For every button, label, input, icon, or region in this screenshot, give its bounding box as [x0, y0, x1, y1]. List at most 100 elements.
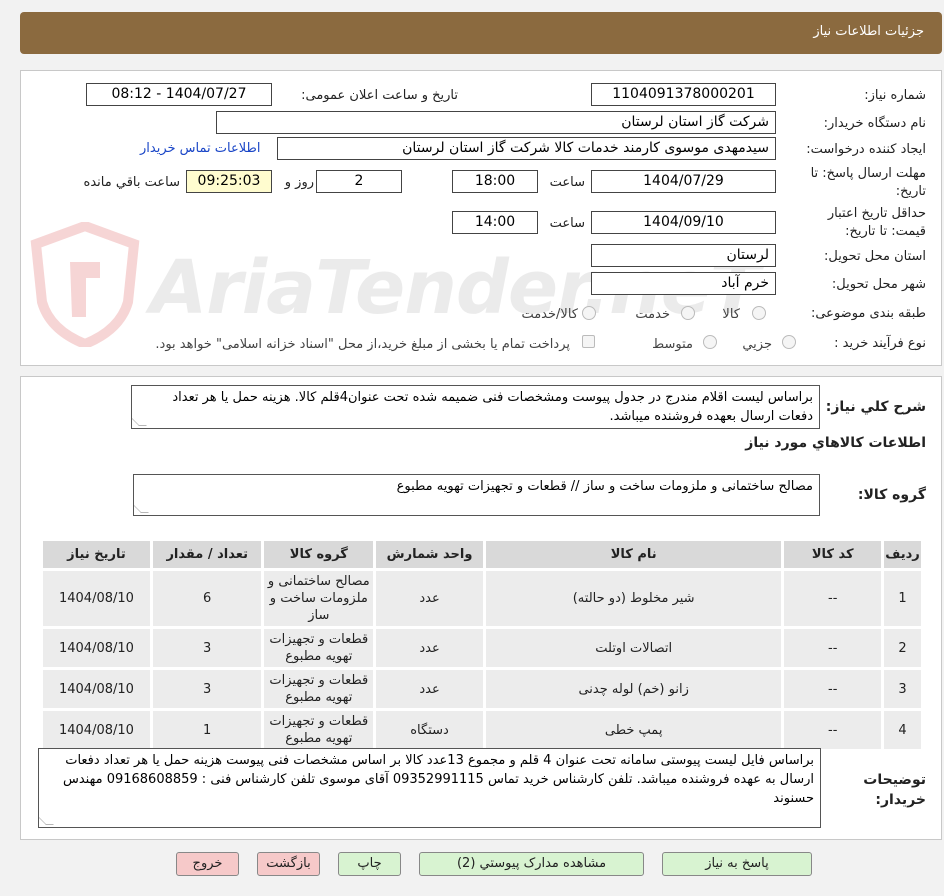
city-field: خرم آباد — [591, 272, 776, 295]
requester-field: سیدمهدی موسوی کارمند خدمات کالا شرکت گاز… — [277, 137, 776, 160]
days-label: روز و — [284, 175, 314, 190]
goods-group-label: گروه کالا: — [857, 487, 926, 503]
remaining-label: ساعت باقي مانده — [83, 175, 180, 190]
resize-handle-icon[interactable] — [39, 817, 54, 825]
cell-unit: دستگاه — [373, 708, 486, 752]
validity-label-2: قیمت: تا تاریخ: — [845, 224, 926, 239]
buyer-notes-text: براساس فایل لیست پیوستی سامانه تحت عنوان… — [62, 753, 814, 806]
city-label: شهر محل تحویل: — [831, 277, 926, 292]
reply-button[interactable]: پاسخ به نیاز — [662, 852, 812, 876]
cell-date: 1404/08/10 — [40, 667, 153, 711]
resize-handle-icon[interactable] — [132, 418, 147, 426]
treasury-payment-note: پرداخت تمام یا بخشی از مبلغ خرید،از محل … — [155, 337, 570, 352]
process-label: نوع فرآیند خرید : — [834, 336, 926, 351]
announce-label: تاریخ و ساعت اعلان عمومی: — [301, 88, 458, 103]
province-label: استان محل تحویل: — [824, 249, 926, 264]
summary-label: شرح کلي نياز: — [825, 399, 926, 415]
buyer-org-field: شرکت گاز استان لرستان — [216, 111, 776, 134]
exit-button[interactable]: خروج — [176, 852, 239, 876]
view-attachments-button[interactable]: مشاهده مدارک پیوستي (2) — [419, 852, 644, 876]
validity-time-field: 14:00 — [452, 211, 538, 234]
cell-group: قطعات و تجهیزات تهویه مطبوع — [261, 667, 377, 711]
buyer-notes-label-2: خریدار: — [875, 792, 926, 808]
col-code: کد کالا — [781, 538, 885, 571]
category-goods-service-radio[interactable] — [582, 306, 596, 320]
deadline-label: مهلت ارسال پاسخ: تا — [810, 166, 926, 181]
cell-group: قطعات و تجهیزات تهویه مطبوع — [261, 708, 377, 752]
cell-qty: 3 — [149, 626, 265, 670]
table-row: 4 -- پمپ خطی دستگاه قطعات و تجهیزات تهوی… — [40, 708, 924, 752]
col-date: تاریخ نیاز — [40, 538, 153, 571]
page-header: جزئیات اطلاعات نیاز — [20, 12, 942, 54]
summary-text: براساس لیست اقلام مندرج در جدول پیوست وم… — [172, 390, 813, 424]
process-partial-label: جزیي — [742, 337, 772, 352]
col-group: گروه کالا — [261, 538, 377, 571]
validity-date-field: 1404/09/10 — [591, 211, 776, 234]
treasury-payment-checkbox[interactable] — [582, 335, 595, 348]
cell-code: -- — [781, 626, 885, 670]
col-name: نام کالا — [482, 538, 785, 571]
col-unit: واحد شمارش — [373, 538, 486, 571]
process-medium-label: متوسط — [652, 337, 693, 352]
category-goods-radio[interactable] — [752, 306, 766, 320]
goods-section-title: اطلاعات کالاهاي مورد نياز — [745, 435, 926, 451]
resize-handle-icon[interactable] — [134, 505, 149, 513]
category-service-radio[interactable] — [681, 306, 695, 320]
table-row: 2 -- اتصالات اوتلت عدد قطعات و تجهیزات ت… — [40, 626, 924, 670]
cell-code: -- — [781, 708, 885, 752]
cell-qty: 1 — [149, 708, 265, 752]
cell-row: 2 — [881, 626, 924, 670]
cell-group: قطعات و تجهیزات تهویه مطبوع — [261, 626, 377, 670]
cell-qty: 6 — [149, 568, 265, 629]
goods-table: ردیف کد کالا نام کالا واحد شمارش گروه کا… — [40, 538, 924, 752]
category-goods-service-label: کالا/خدمت — [521, 307, 578, 322]
cell-date: 1404/08/10 — [40, 708, 153, 752]
cell-qty: 3 — [149, 667, 265, 711]
cell-name: پمپ خطی — [482, 708, 785, 752]
province-field: لرستان — [591, 244, 776, 267]
buyer-org-label: نام دستگاه خریدار: — [823, 116, 926, 131]
remaining-time-field: 09:25:03 — [186, 170, 272, 193]
table-header-row: ردیف کد کالا نام کالا واحد شمارش گروه کا… — [40, 538, 924, 571]
deadline-date-field: 1404/07/29 — [591, 170, 776, 193]
category-service-label: خدمت — [635, 307, 670, 322]
validity-label: حداقل تاریخ اعتبار — [827, 206, 926, 221]
cell-code: -- — [781, 667, 885, 711]
col-row: ردیف — [881, 538, 924, 571]
print-button[interactable]: چاپ — [338, 852, 401, 876]
need-number-label: شماره نیاز: — [864, 88, 926, 103]
cell-unit: عدد — [373, 626, 486, 670]
buyer-contact-link[interactable]: اطلاعات تماس خریدار — [140, 141, 260, 156]
process-medium-radio[interactable] — [703, 335, 717, 349]
requester-label: ایجاد کننده درخواست: — [806, 142, 926, 157]
goods-group-textarea[interactable]: مصالح ساختمانی و ملزومات ساخت و ساز // ق… — [133, 474, 820, 516]
buyer-notes-textarea[interactable]: براساس فایل لیست پیوستی سامانه تحت عنوان… — [38, 748, 821, 828]
cell-date: 1404/08/10 — [40, 626, 153, 670]
page-title: جزئیات اطلاعات نیاز — [813, 24, 924, 39]
validity-time-label: ساعت — [549, 216, 585, 231]
cell-code: -- — [781, 568, 885, 629]
col-qty: تعداد / مقدار — [149, 538, 265, 571]
cell-name: زانو (خم) لوله چدنی — [482, 667, 785, 711]
summary-textarea[interactable]: براساس لیست اقلام مندرج در جدول پیوست وم… — [131, 385, 820, 429]
cell-unit: عدد — [373, 568, 486, 629]
cell-unit: عدد — [373, 667, 486, 711]
cell-row: 3 — [881, 667, 924, 711]
announce-field: 1404/07/27 - 08:12 — [86, 83, 272, 106]
cell-name: شیر مخلوط (دو حالته) — [482, 568, 785, 629]
days-remaining-field: 2 — [316, 170, 402, 193]
table-row: 3 -- زانو (خم) لوله چدنی عدد قطعات و تجه… — [40, 667, 924, 711]
deadline-time-field: 18:00 — [452, 170, 538, 193]
goods-group-text: مصالح ساختمانی و ملزومات ساخت و ساز // ق… — [396, 479, 813, 494]
cell-date: 1404/08/10 — [40, 568, 153, 629]
category-label: طبقه بندی موضوعی: — [810, 306, 926, 321]
buyer-notes-label: توضیحات — [863, 772, 926, 788]
deadline-time-label: ساعت — [549, 175, 585, 190]
category-goods-label: کالا — [722, 307, 740, 322]
cell-row: 4 — [881, 708, 924, 752]
cell-group: مصالح ساختمانی و ملزومات ساخت و ساز — [261, 568, 377, 629]
cell-name: اتصالات اوتلت — [482, 626, 785, 670]
cell-row: 1 — [881, 568, 924, 629]
back-button[interactable]: بازگشت — [257, 852, 320, 876]
process-partial-radio[interactable] — [782, 335, 796, 349]
